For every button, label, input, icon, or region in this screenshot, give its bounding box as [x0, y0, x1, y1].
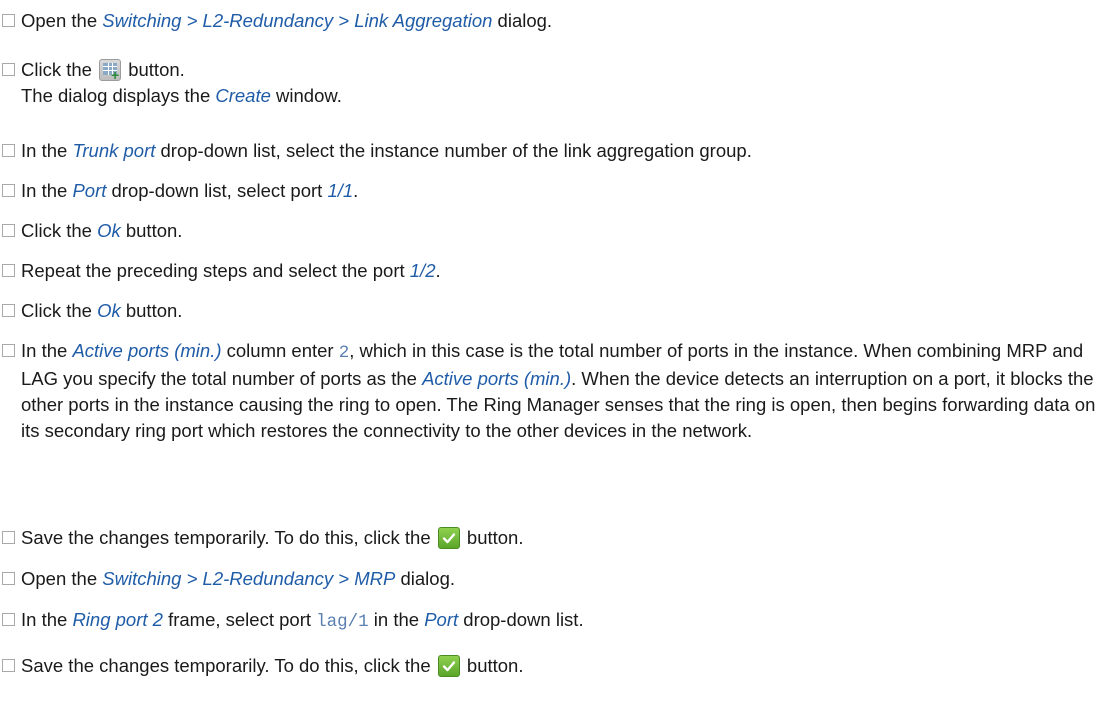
- create-table-icon: +: [99, 59, 122, 82]
- column-name: Active ports (min.): [422, 368, 572, 389]
- step-checkbox[interactable]: [2, 184, 15, 197]
- entered-value: 2: [338, 343, 350, 363]
- step-text: In the Ring port 2 frame, select port la…: [21, 609, 584, 632]
- field-name: Port: [72, 180, 107, 201]
- step-checkbox[interactable]: [2, 572, 15, 585]
- step-checkbox[interactable]: [2, 659, 15, 672]
- checkmark-icon: [437, 655, 460, 677]
- step-checkbox[interactable]: [2, 264, 15, 277]
- column-name: Active ports (min.): [72, 340, 222, 361]
- step-text: Save the changes temporarily. To do this…: [21, 527, 524, 549]
- step-text: Open the Switching > L2-Redundancy > Lin…: [21, 10, 553, 31]
- field-name: Trunk port: [72, 140, 156, 161]
- menu-path: Switching > L2-Redundancy > MRP: [102, 568, 396, 589]
- step-checkbox[interactable]: [2, 14, 15, 27]
- step-text: Click the + button. The dialog displays t…: [21, 59, 342, 106]
- step-text: In the Port drop-down list, select port …: [21, 180, 359, 201]
- step-text: Save the changes temporarily. To do this…: [21, 655, 524, 677]
- port-value: 1/1: [327, 180, 354, 201]
- step-checkbox[interactable]: [2, 63, 15, 76]
- step-text: Open the Switching > L2-Redundancy > MRP…: [21, 568, 455, 589]
- step-checkbox[interactable]: [2, 304, 15, 317]
- step-text: In the Active ports (min.) column enter …: [21, 340, 1096, 441]
- frame-name: Ring port 2: [72, 609, 163, 630]
- menu-path: Switching > L2-Redundancy > Link Aggrega…: [102, 10, 493, 31]
- step-text: Click the Ok button.: [21, 220, 183, 241]
- step-checkbox[interactable]: [2, 224, 15, 237]
- step-checkbox[interactable]: [2, 144, 15, 157]
- port-value: lag/1: [316, 612, 369, 632]
- field-name: Port: [424, 609, 459, 630]
- button-name: Ok: [97, 220, 121, 241]
- port-value: 1/2: [409, 260, 436, 281]
- checkmark-icon: [437, 527, 460, 549]
- step-checkbox[interactable]: [2, 344, 15, 357]
- button-name: Ok: [97, 300, 121, 321]
- window-name: Create: [215, 85, 271, 106]
- step-checkbox[interactable]: [2, 613, 15, 626]
- procedure-steps: Open the Switching > L2-Redundancy > Lin…: [0, 0, 1106, 724]
- step-text: Click the Ok button.: [21, 300, 183, 321]
- step-checkbox[interactable]: [2, 531, 15, 544]
- step-text: Repeat the preceding steps and select th…: [21, 260, 441, 281]
- step-text: In the Trunk port drop-down list, select…: [21, 140, 752, 161]
